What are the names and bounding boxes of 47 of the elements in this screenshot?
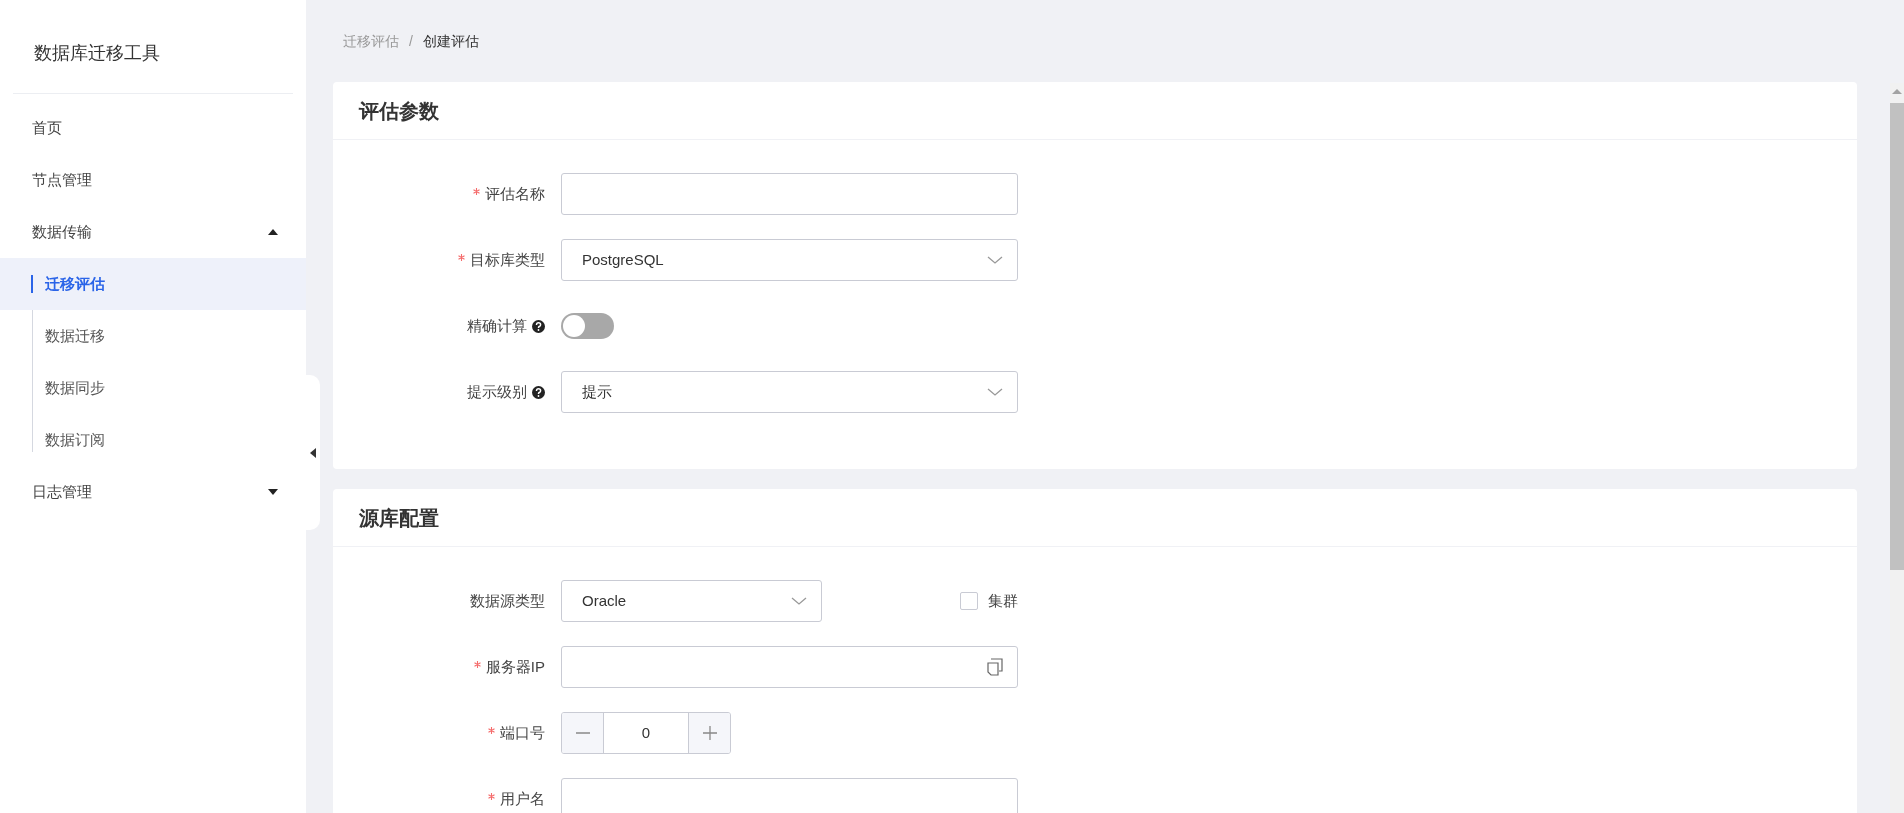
text-input-field[interactable] (561, 778, 1018, 813)
caret-left-icon (310, 447, 316, 458)
nav-subitem[interactable]: 数据同步 (0, 362, 306, 414)
checkbox-label: 集群 (988, 590, 1018, 611)
select-field[interactable]: 提示 (561, 371, 1018, 413)
nav-subitem[interactable]: 数据订阅 (0, 414, 306, 466)
collapse-sidebar-button[interactable] (306, 375, 320, 530)
chevron-down-icon (987, 388, 1003, 396)
field-label: 用户名 (500, 788, 545, 809)
nav-item[interactable]: 节点管理 (0, 154, 306, 206)
checkbox[interactable] (960, 592, 978, 610)
field-label: 服务器IP (485, 656, 545, 677)
decrement-button[interactable] (562, 713, 604, 753)
select-field[interactable]: Oracle (561, 580, 822, 622)
ip-input-field[interactable] (561, 646, 1018, 688)
chevron-down-icon (791, 597, 807, 605)
nav-subitem[interactable]: 迁移评估 (0, 258, 306, 310)
field-label: 目标库类型 (470, 249, 545, 270)
copy-icon (987, 658, 1003, 676)
number-input[interactable]: 0 (561, 712, 731, 754)
nav-subitem[interactable]: 数据迁移 (0, 310, 306, 362)
plus-icon (702, 726, 717, 740)
number-value: 0 (640, 722, 652, 743)
text-input-field[interactable] (561, 173, 1018, 215)
section-title: 源库配置 (359, 505, 439, 531)
breadcrumb-current: 创建评估 (422, 31, 479, 51)
section-title: 评估参数 (359, 98, 439, 124)
scrollbar[interactable] (1890, 83, 1904, 813)
field-label: 评估名称 (485, 183, 545, 204)
field-label: 端口号 (500, 722, 545, 743)
increment-button[interactable] (688, 713, 730, 753)
app-title: 数据库迁移工具 (34, 43, 160, 63)
toggle-switch[interactable] (561, 313, 614, 339)
field-label: 提示级别 (467, 381, 527, 402)
scroll-up-arrow-icon[interactable] (1891, 88, 1903, 95)
caret-up-icon (268, 229, 278, 235)
chevron-down-icon (987, 256, 1003, 264)
breadcrumb-separator: / (408, 31, 414, 51)
field-label: 精确计算 (467, 315, 527, 336)
scrollbar-thumb[interactable] (1890, 103, 1904, 570)
caret-down-icon (268, 489, 278, 495)
nav-item[interactable]: 日志管理 (0, 466, 306, 518)
select-field[interactable]: PostgreSQL (561, 239, 1018, 281)
nav-item[interactable]: 数据传输 (0, 206, 306, 258)
field-label: 数据源类型 (470, 590, 545, 611)
nav-item[interactable]: 首页 (0, 102, 306, 154)
minus-icon (575, 732, 590, 734)
